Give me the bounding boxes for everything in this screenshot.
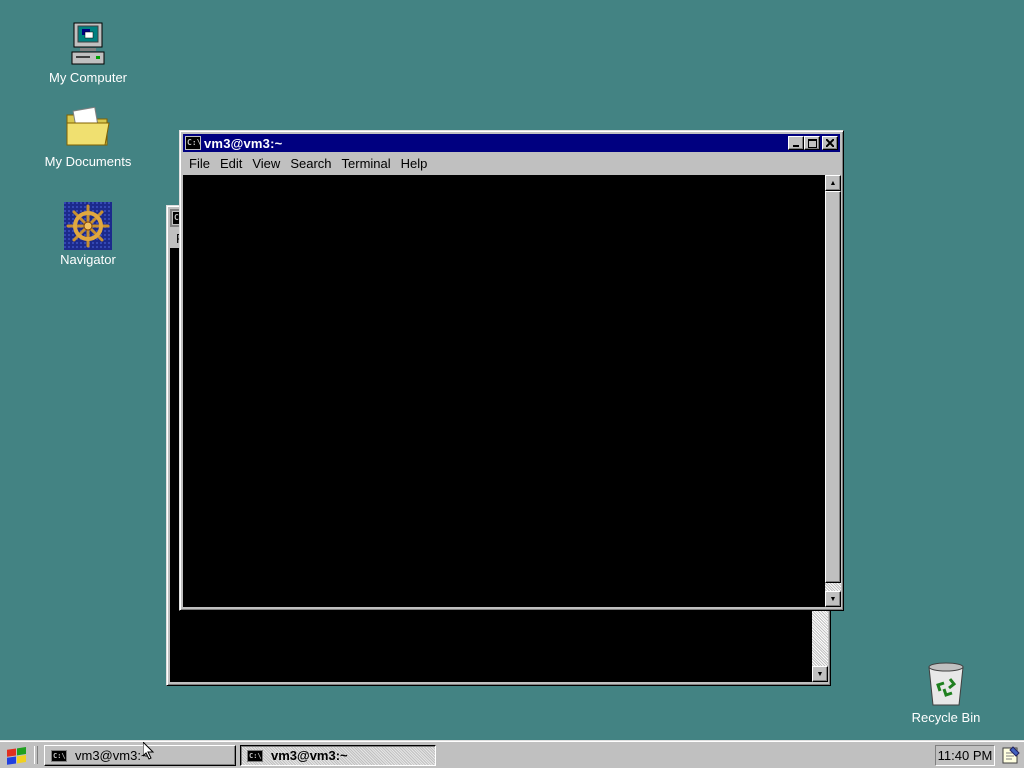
recycle-bin-label: Recycle Bin: [911, 710, 981, 725]
minimize-icon: [793, 145, 799, 147]
my-documents-desktop-icon[interactable]: My Documents: [38, 104, 138, 169]
arrow-down-icon: ▼: [829, 595, 837, 603]
system-tray-clock[interactable]: 11:40 PM: [935, 745, 995, 766]
navigator-label: Navigator: [60, 252, 116, 267]
maximize-icon: [807, 138, 817, 148]
start-button[interactable]: [4, 745, 30, 766]
taskbar-task-2[interactable]: C:\ vm3@vm3:~: [240, 745, 436, 766]
scroll-up-button[interactable]: ▲: [825, 175, 841, 191]
start-logo-icon: [7, 746, 26, 765]
terminal-window[interactable]: C:\ vm3@vm3:~ File Edit View Search Term…: [179, 130, 844, 611]
minimize-button[interactable]: [788, 136, 804, 150]
taskbar-grip[interactable]: [34, 746, 38, 764]
menu-help[interactable]: Help: [395, 156, 432, 171]
vertical-scrollbar[interactable]: ▲ ▼: [825, 175, 841, 607]
recycle-bin-icon: [922, 660, 970, 708]
menu-file[interactable]: File: [183, 156, 214, 171]
background-scroll-down-button[interactable]: ▼: [812, 666, 828, 682]
maximize-button[interactable]: [804, 136, 820, 150]
taskbar-task-1[interactable]: C:\ vm3@vm3:~: [44, 745, 236, 766]
close-icon: [826, 139, 834, 147]
terminal-area[interactable]: [183, 175, 825, 607]
clock-text: 11:40 PM: [937, 748, 993, 763]
terminal-icon: C:\: [51, 749, 67, 762]
scroll-down-button[interactable]: ▼: [825, 591, 841, 607]
menu-terminal[interactable]: Terminal: [336, 156, 395, 171]
my-documents-label: My Documents: [44, 154, 132, 169]
menu-edit[interactable]: Edit: [214, 156, 246, 171]
notepad-tray-button[interactable]: [1000, 744, 1022, 765]
terminal-icon: C:\: [185, 136, 201, 150]
recycle-bin-desktop-icon[interactable]: Recycle Bin: [896, 660, 996, 725]
terminal-icon: C:\: [247, 749, 263, 762]
my-computer-label: My Computer: [48, 70, 128, 85]
arrow-up-icon: ▲: [829, 179, 837, 187]
my-computer-desktop-icon[interactable]: My Computer: [38, 20, 138, 85]
menu-search[interactable]: Search: [284, 156, 335, 171]
taskbar-task-2-label: vm3@vm3:~: [271, 748, 348, 763]
terminal-menubar: File Edit View Search Terminal Help: [183, 153, 840, 173]
window-title: vm3@vm3:~: [204, 135, 283, 151]
arrow-down-icon: ▼: [816, 670, 824, 678]
ship-wheel-icon: [64, 202, 112, 250]
navigator-desktop-icon[interactable]: Navigator: [38, 202, 138, 267]
mouse-pointer-icon: [143, 742, 155, 760]
close-button[interactable]: [822, 136, 838, 150]
folder-icon: [64, 104, 112, 152]
terminal-window-titlebar[interactable]: C:\ vm3@vm3:~: [183, 134, 840, 152]
menu-view[interactable]: View: [246, 156, 284, 171]
computer-icon: [64, 20, 112, 68]
notepad-icon: [1002, 745, 1020, 763]
taskbar-task-1-label: vm3@vm3:~: [75, 748, 149, 763]
scroll-thumb[interactable]: [825, 191, 841, 583]
